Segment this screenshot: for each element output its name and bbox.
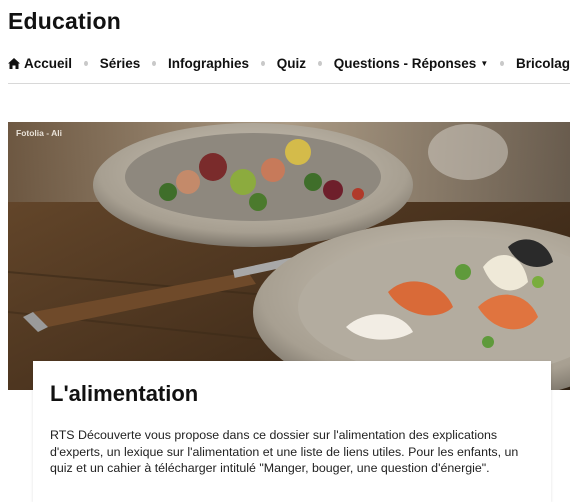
home-icon xyxy=(8,57,20,69)
nav-item-bricolage[interactable]: Bricolag xyxy=(516,56,570,71)
nav-item-series[interactable]: Séries xyxy=(100,56,141,71)
nav-separator xyxy=(84,60,88,66)
nav-separator xyxy=(318,60,322,66)
nav-item-accueil[interactable]: Accueil xyxy=(8,56,72,71)
article-card: L'alimentation RTS Découverte vous propo… xyxy=(33,361,551,502)
nav-divider xyxy=(8,83,570,84)
hero-image: Fotolia - Ali xyxy=(8,122,570,390)
nav-item-quiz[interactable]: Quiz xyxy=(277,56,306,71)
nav-separator xyxy=(261,60,265,66)
nav-item-label: Bricolag xyxy=(515,55,570,71)
nav-item-label: Séries xyxy=(99,55,141,71)
nav-item-label: Infographies xyxy=(168,55,250,71)
nav-item-infographies[interactable]: Infographies xyxy=(168,56,249,71)
nav-item-label: Accueil xyxy=(24,55,73,71)
site-title[interactable]: Education xyxy=(8,8,121,35)
nav-separator xyxy=(152,60,157,66)
nav-separator xyxy=(500,60,504,66)
hero-photo xyxy=(8,122,570,390)
nav-item-questions-reponses[interactable]: Questions - Réponses ▼ xyxy=(334,56,488,71)
article-title[interactable]: L'alimentation xyxy=(50,381,198,407)
chevron-down-icon: ▼ xyxy=(480,58,489,68)
article-intro: RTS Découverte vous propose dans ce doss… xyxy=(50,428,519,475)
main-nav: Accueil Séries Infographies Quiz Questio… xyxy=(8,52,570,74)
nav-item-label: Quiz xyxy=(276,55,307,71)
photo-credit: Fotolia - Ali xyxy=(16,128,62,138)
nav-item-label: Questions - Réponses xyxy=(333,55,477,71)
